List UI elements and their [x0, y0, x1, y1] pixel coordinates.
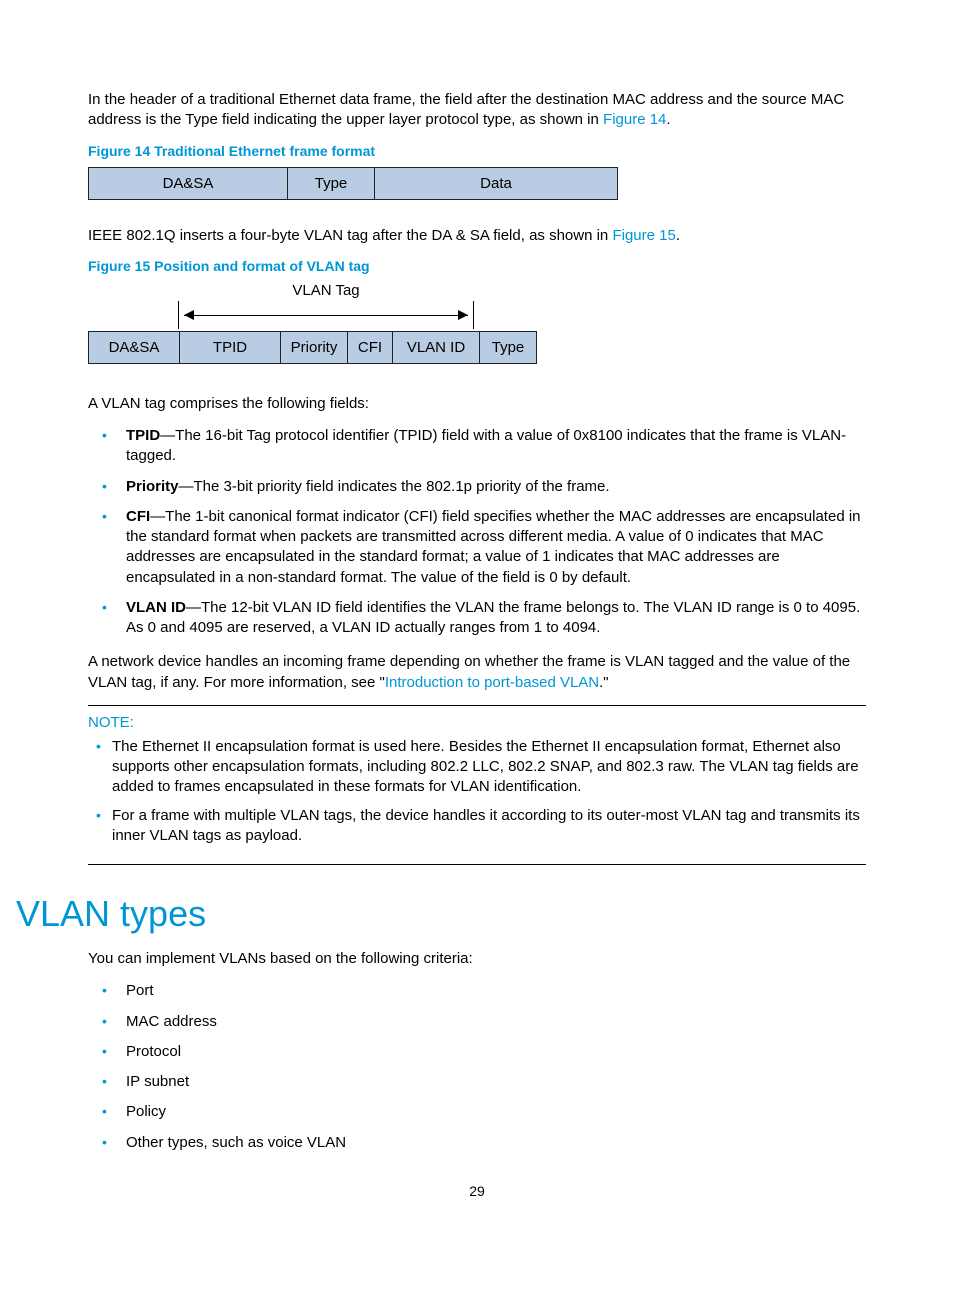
term: VLAN ID [126, 599, 186, 616]
text: ." [599, 674, 609, 691]
types-list: Port MAC address Protocol IP subnet Poli… [88, 981, 866, 1153]
note-box: NOTE: The Ethernet II encapsulation form… [88, 705, 866, 865]
vlan-tag-arrow [178, 301, 474, 331]
fields-intro: A VLAN tag comprises the following field… [88, 394, 866, 414]
text: IEEE 802.1Q inserts a four-byte VLAN tag… [88, 227, 612, 244]
note-list: The Ethernet II encapsulation format is … [88, 737, 866, 846]
port-based-vlan-link[interactable]: Introduction to port-based VLAN [385, 674, 599, 691]
field-cfi: CFI—The 1-bit canonical format indicator… [88, 507, 866, 588]
type-item: Protocol [88, 1042, 866, 1062]
handling-paragraph: A network device handles an incoming fra… [88, 652, 866, 693]
desc: —The 16-bit Tag protocol identifier (TPI… [126, 427, 846, 464]
fig15-cell-dasa: DA&SA [88, 331, 180, 364]
type-item: Policy [88, 1102, 866, 1122]
intro-paragraph-1: In the header of a traditional Ethernet … [88, 90, 866, 131]
type-item: IP subnet [88, 1072, 866, 1092]
page-content: In the header of a traditional Ethernet … [0, 0, 954, 1239]
type-item: MAC address [88, 1012, 866, 1032]
vlan-types-heading: VLAN types [16, 893, 866, 935]
figure15-link[interactable]: Figure 15 [612, 227, 675, 244]
figure15-diagram: VLAN Tag DA&SA TPID Priority CFI VLAN ID… [88, 282, 866, 364]
text: . [666, 111, 670, 128]
desc: —The 3-bit priority field indicates the … [179, 478, 610, 495]
fig15-cell-priority: Priority [281, 331, 348, 364]
types-intro: You can implement VLANs based on the fol… [88, 949, 866, 969]
note-item: The Ethernet II encapsulation format is … [88, 737, 866, 798]
figure15-caption: Figure 15 Position and format of VLAN ta… [88, 258, 866, 274]
field-vlanid: VLAN ID—The 12-bit VLAN ID field identif… [88, 598, 866, 639]
fields-list: TPID—The 16-bit Tag protocol identifier … [88, 426, 866, 638]
note-label: NOTE: [88, 714, 866, 731]
desc: —The 12-bit VLAN ID field identifies the… [126, 599, 860, 636]
fig15-cell-type: Type [480, 331, 537, 364]
term: Priority [126, 478, 179, 495]
figure14-diagram: DA&SA Type Data [88, 167, 866, 200]
fig14-cell-dasa: DA&SA [88, 167, 288, 200]
fig14-cell-data: Data [375, 167, 618, 200]
fig14-cell-type: Type [288, 167, 375, 200]
field-priority: Priority—The 3-bit priority field indica… [88, 477, 866, 497]
fig15-cell-cfi: CFI [348, 331, 393, 364]
fig15-cell-tpid: TPID [180, 331, 281, 364]
page-number: 29 [88, 1183, 866, 1199]
text: In the header of a traditional Ethernet … [88, 91, 844, 128]
desc: —The 1-bit canonical format indicator (C… [126, 508, 861, 586]
term: CFI [126, 508, 150, 525]
figure14-caption: Figure 14 Traditional Ethernet frame for… [88, 143, 866, 159]
note-item: For a frame with multiple VLAN tags, the… [88, 806, 866, 847]
figure14-link[interactable]: Figure 14 [603, 111, 666, 128]
fig15-cell-vlanid: VLAN ID [393, 331, 480, 364]
vlan-tag-label: VLAN Tag [178, 282, 474, 299]
text: . [676, 227, 680, 244]
type-item: Other types, such as voice VLAN [88, 1133, 866, 1153]
type-item: Port [88, 981, 866, 1001]
field-tpid: TPID—The 16-bit Tag protocol identifier … [88, 426, 866, 467]
term: TPID [126, 427, 160, 444]
intro-paragraph-2: IEEE 802.1Q inserts a four-byte VLAN tag… [88, 226, 866, 246]
